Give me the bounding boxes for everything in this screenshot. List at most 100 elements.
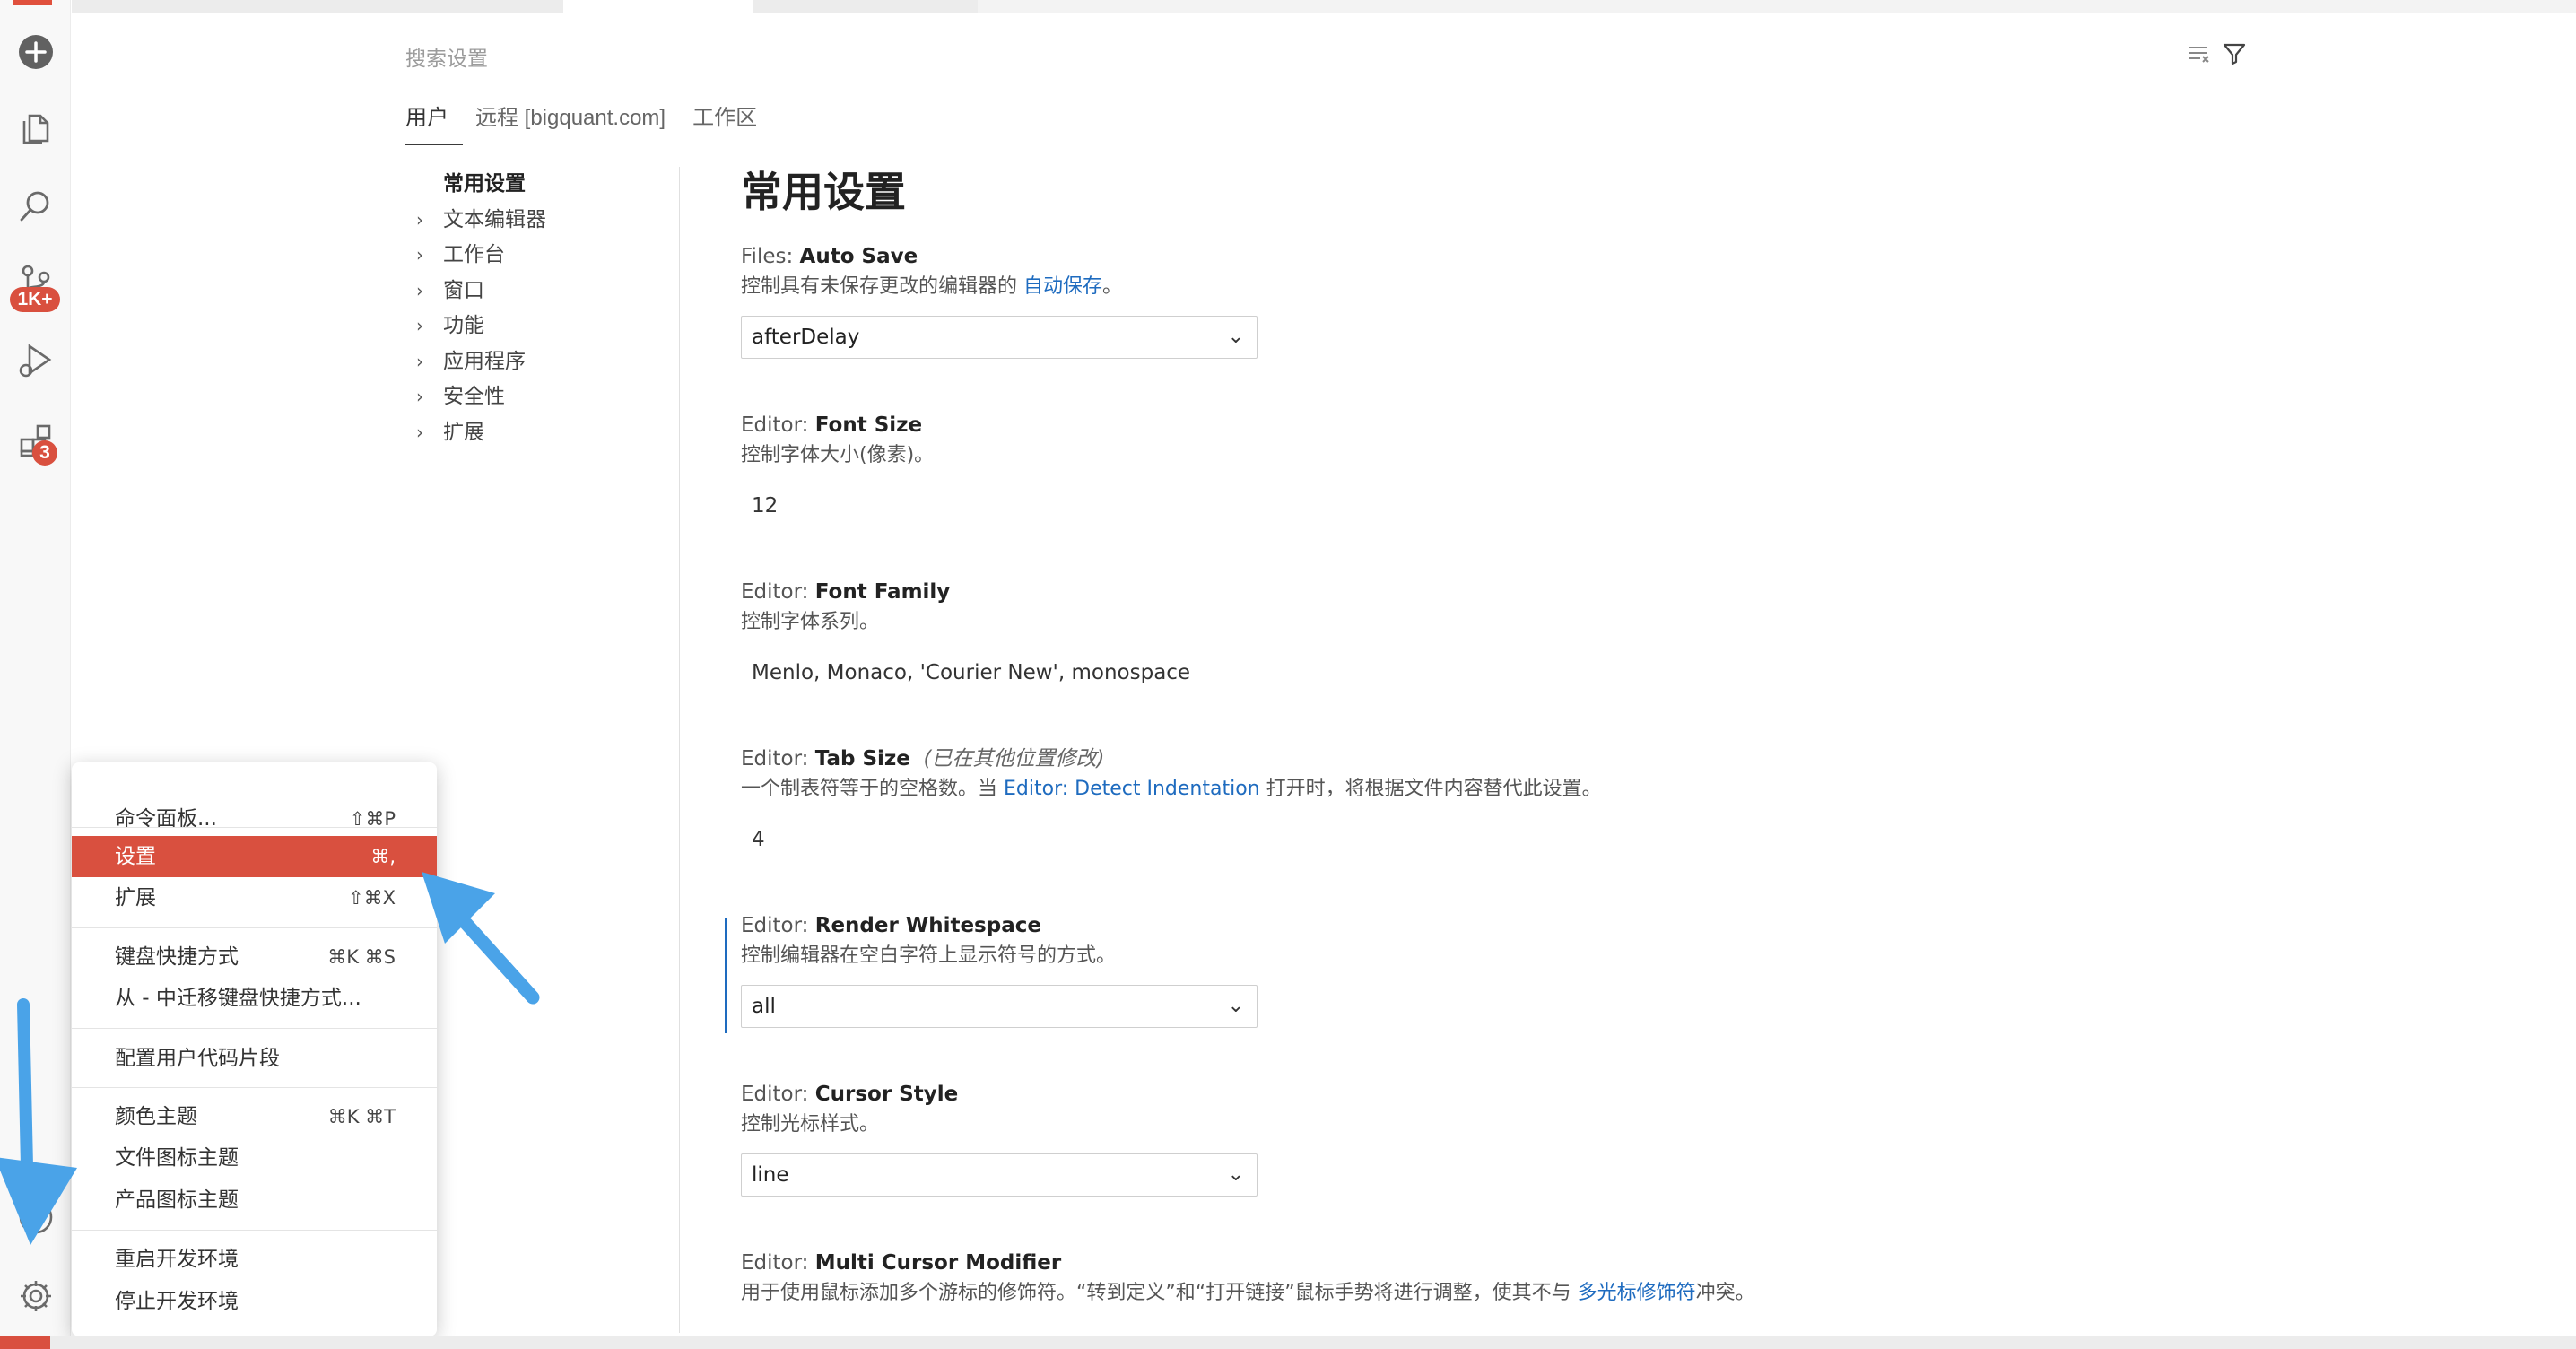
setting-name: Tab Size bbox=[814, 747, 910, 770]
menu-item-label: 扩展 bbox=[115, 886, 156, 909]
setting-name: Font Family bbox=[814, 580, 951, 604]
select-value: all bbox=[752, 995, 776, 1018]
setting-tab-size: Editor: Tab Size (已在其他位置修改) 一个制表符等于的空格数。… bbox=[741, 744, 2266, 911]
toc-item-extensions[interactable]: › 扩展 bbox=[405, 415, 679, 451]
menu-separator bbox=[72, 1230, 437, 1231]
tab-workspace[interactable]: 工作区 bbox=[692, 104, 771, 145]
menu-separator bbox=[72, 827, 437, 828]
menu-separator bbox=[72, 927, 437, 928]
font-size-input[interactable]: 12 bbox=[741, 484, 2266, 527]
menu-item-product-icon-theme[interactable]: 产品图标主题 bbox=[72, 1179, 437, 1221]
menu-item-settings[interactable]: 设置 ⌘, bbox=[72, 836, 437, 877]
menu-item-shortcut: ⇧⌘X bbox=[348, 887, 396, 909]
chevron-right-icon: › bbox=[416, 315, 423, 336]
setting-description: 控制光标样式。 bbox=[741, 1113, 880, 1136]
setting-name: Auto Save bbox=[799, 245, 918, 268]
setting-name: Multi Cursor Modifier bbox=[814, 1251, 1062, 1275]
setting-name: Cursor Style bbox=[814, 1083, 959, 1106]
modified-elsewhere-note[interactable]: (已在其他位置修改) bbox=[924, 747, 1105, 770]
font-family-input[interactable]: Menlo, Monaco, 'Courier New', monospace bbox=[741, 651, 2266, 694]
menu-item-label: 产品图标主题 bbox=[115, 1188, 239, 1212]
menu-item-command-palette[interactable]: 命令面板... ⇧⌘P bbox=[72, 798, 437, 840]
tab-size-input[interactable]: 4 bbox=[741, 818, 2266, 861]
toc-item-workbench[interactable]: › 工作台 bbox=[405, 238, 679, 274]
menu-item-extensions[interactable]: 扩展 ⇧⌘X bbox=[72, 877, 437, 918]
menu-item-label: 配置用户代码片段 bbox=[115, 1047, 280, 1070]
setting-description: 用于使用鼠标添加多个游标的修饰符。“转到定义”和“打开链接”鼠标手势将进行调整，… bbox=[741, 1277, 2266, 1310]
chevron-right-icon: › bbox=[416, 279, 423, 301]
menu-item-migrate-keybindings[interactable]: 从 - 中迁移键盘快捷方式... bbox=[72, 978, 437, 1019]
explorer-icon[interactable] bbox=[0, 97, 71, 160]
toc-item-label: 功能 bbox=[443, 314, 484, 337]
setting-cursor-style: Editor: Cursor Style 控制光标样式。 line ⌄ bbox=[741, 1080, 2266, 1249]
setting-category: Editor: bbox=[741, 914, 815, 937]
toc-item-application[interactable]: › 应用程序 bbox=[405, 344, 679, 380]
toc-item-label: 工作台 bbox=[443, 243, 505, 266]
menu-item-color-theme[interactable]: 颜色主题 ⌘K ⌘T bbox=[72, 1096, 437, 1137]
setting-title: Files: Auto Save bbox=[741, 242, 2266, 271]
remote-indicator[interactable] bbox=[0, 1336, 50, 1349]
setting-render-whitespace: Editor: Render Whitespace 控制编辑器在空白字符上显示符… bbox=[725, 911, 2266, 1080]
menu-item-shortcut: ⌘K ⌘T bbox=[327, 1106, 396, 1127]
menu-item-stop-dev-env[interactable]: 停止开发环境 bbox=[72, 1281, 437, 1322]
section-title: 常用设置 bbox=[741, 168, 906, 216]
extensions-icon[interactable]: 3 bbox=[0, 410, 71, 473]
menu-item-restart-dev-env[interactable]: 重启开发环境 bbox=[72, 1239, 437, 1280]
menu-item-label: 文件图标主题 bbox=[115, 1146, 239, 1170]
search-icon[interactable] bbox=[0, 175, 71, 238]
setting-title: Editor: Multi Cursor Modifier bbox=[741, 1249, 2266, 1277]
toc-item-commonly-used[interactable]: 常用设置 bbox=[405, 167, 679, 203]
editor-tab[interactable] bbox=[753, 0, 978, 13]
chevron-down-icon: ⌄ bbox=[1227, 995, 1244, 1017]
render-whitespace-select[interactable]: all ⌄ bbox=[741, 985, 1258, 1028]
tab-user[interactable]: 用户 bbox=[405, 104, 463, 145]
toc-item-security[interactable]: › 安全性 bbox=[405, 379, 679, 415]
settings-list: 常用设置 Files: Auto Save 控制具有未保存更改的编辑器的 自动保… bbox=[725, 167, 2266, 1320]
settings-scope-tabs: 用户 远程 [bigquant.com] 工作区 bbox=[405, 104, 784, 145]
run-debug-icon[interactable] bbox=[0, 329, 71, 392]
settings-search-input[interactable]: 搜索设置 bbox=[405, 41, 488, 72]
toc-item-features[interactable]: › 功能 bbox=[405, 309, 679, 344]
desc-text: 控制具有未保存更改的编辑器的 bbox=[741, 275, 1023, 298]
menu-item-shortcut: ⌘, bbox=[370, 846, 396, 867]
source-control-icon[interactable]: 1K+ bbox=[0, 251, 71, 314]
chevron-right-icon: › bbox=[416, 244, 423, 265]
tab-remote[interactable]: 远程 [bigquant.com] bbox=[475, 104, 680, 145]
multi-cursor-modifier-link[interactable]: 多光标修饰符 bbox=[1578, 1282, 1696, 1304]
chevron-down-icon: ⌄ bbox=[1227, 326, 1244, 348]
clear-filter-icon[interactable] bbox=[2188, 42, 2211, 69]
menu-separator bbox=[72, 1028, 437, 1029]
cursor-style-select[interactable]: line ⌄ bbox=[741, 1153, 1258, 1197]
add-icon[interactable] bbox=[0, 21, 71, 83]
editor-tab[interactable] bbox=[72, 0, 563, 13]
setting-category: Files: bbox=[741, 245, 800, 268]
menu-item-user-snippets[interactable]: 配置用户代码片段 bbox=[72, 1038, 437, 1079]
detect-indentation-link[interactable]: Editor: Detect Indentation bbox=[1004, 778, 1260, 800]
setting-category: Editor: bbox=[741, 747, 815, 770]
menu-item-label: 键盘快捷方式 bbox=[115, 945, 239, 969]
window-corner-indicator bbox=[13, 0, 52, 5]
accounts-icon[interactable] bbox=[0, 1186, 71, 1249]
menu-item-shortcut: ⌘K ⌘S bbox=[327, 946, 396, 968]
toc-item-label: 扩展 bbox=[443, 420, 484, 444]
toc-item-window[interactable]: › 窗口 bbox=[405, 274, 679, 309]
chevron-right-icon: › bbox=[416, 386, 423, 407]
desc-text: 一个制表符等于的空格数。当 bbox=[741, 778, 1004, 800]
auto-save-link[interactable]: 自动保存 bbox=[1023, 275, 1102, 298]
menu-item-file-icon-theme[interactable]: 文件图标主题 bbox=[72, 1137, 437, 1179]
manage-gear-icon[interactable] bbox=[0, 1265, 71, 1327]
setting-auto-save: Files: Auto Save 控制具有未保存更改的编辑器的 自动保存。 af… bbox=[741, 242, 2266, 411]
menu-item-label: 重启开发环境 bbox=[115, 1248, 239, 1271]
editor-tab-strip bbox=[72, 0, 2576, 13]
toc-item-label: 应用程序 bbox=[443, 349, 526, 373]
desc-text: 用于使用鼠标添加多个游标的修饰符。“转到定义”和“打开链接”鼠标手势将进行调整，… bbox=[741, 1282, 1578, 1304]
setting-name: Font Size bbox=[814, 413, 923, 437]
filter-icon[interactable] bbox=[2222, 41, 2247, 70]
setting-title: Editor: Font Family bbox=[741, 578, 2266, 606]
select-value: line bbox=[752, 1163, 789, 1187]
auto-save-select[interactable]: afterDelay ⌄ bbox=[741, 316, 1258, 359]
modified-indicator bbox=[725, 918, 727, 1033]
editor-tab-active[interactable] bbox=[563, 0, 753, 13]
menu-item-keyboard-shortcuts[interactable]: 键盘快捷方式 ⌘K ⌘S bbox=[72, 936, 437, 978]
toc-item-text-editor[interactable]: › 文本编辑器 bbox=[405, 203, 679, 239]
